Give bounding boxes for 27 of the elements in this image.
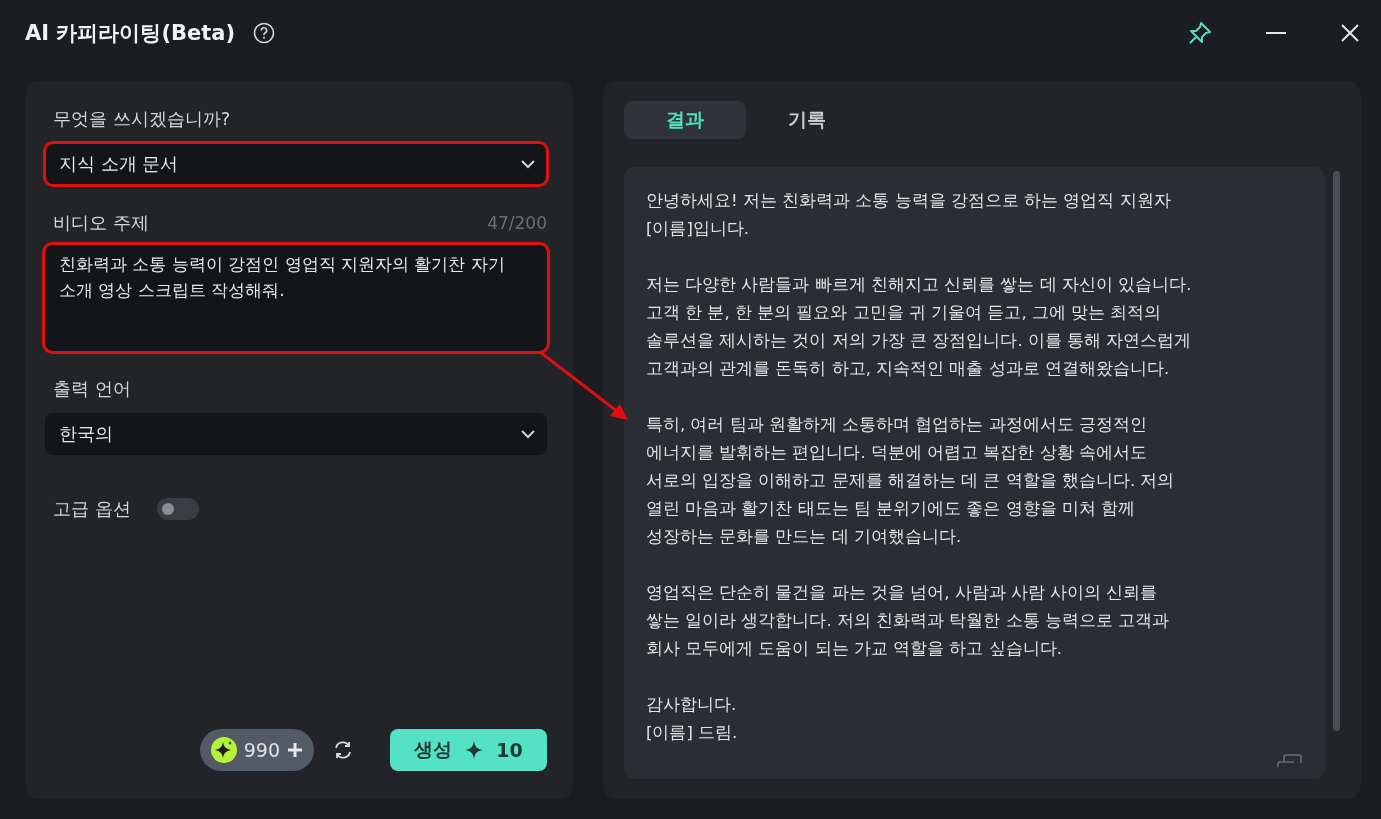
result-paragraph: 저는 다양한 사람들과 빠르게 친해지고 신뢰를 쌓는 데 자신이 있습니다. 고객 한 분, 한 분의 필요와 고민을 귀 기울여 듣고, 그에 맞는 최적의 솔루션을 제시하는 것이 저의 가장 큰 장점입니다. 이를 통해 자연스럽게 고객과의 관계를 돈독히 하고, 지속적인 매출 성과로 연결해왔습니다. <box>646 274 1192 380</box>
field-label: 출력 언어 <box>53 377 131 401</box>
help-icon[interactable] <box>253 22 276 44</box>
chevron-down-icon <box>521 159 535 169</box>
sparkle-coin-icon <box>209 736 238 764</box>
tab[interactable]: 기록 <box>746 101 868 139</box>
chevron-down-icon <box>521 429 535 439</box>
result-paragraph: 감사합니다. [이름] 드림. <box>646 694 738 744</box>
topic-input-field[interactable]: 친화력과 소통 능력이 강점인 영업직 지원자의 활기찬 자기소개 영상 스크립트 작성해줘. <box>45 245 547 351</box>
field-label: 비디오 주제 <box>53 211 149 235</box>
generate-button[interactable]: 생성 10 <box>390 729 547 771</box>
scrollbar[interactable] <box>1333 171 1340 731</box>
result-paragraph: 영업직은 단순히 물건을 파는 것을 넘어, 사람과 사람 사이의 신뢰를 쌓는 일이라 생각합니다. 저의 친화력과 탁월한 소통 능력으로 고객과 회사 모두에게 도움이 되는 가교 역할을 하고 싶습니다. <box>646 582 1170 660</box>
type-dropdown[interactable]: 지식 소개 문서 <box>45 143 547 185</box>
language-dropdown[interactable]: 한국의 <box>45 413 547 455</box>
advanced-toggle[interactable] <box>156 498 199 520</box>
refresh-icon[interactable] <box>332 739 354 761</box>
result-paragraph: 안녕하세요! 저는 친화력과 소통 능력을 강점으로 하는 영업직 지원자 [이름]입니다. <box>646 190 1171 240</box>
add-icon[interactable] <box>286 741 304 759</box>
field-label: 무엇을 쓰시겠습니까? <box>53 107 232 131</box>
tab[interactable]: 결과 <box>624 101 746 139</box>
character-count: 47/200 <box>487 213 547 233</box>
window-title: AI 카피라이팅(Beta) <box>25 20 236 47</box>
copy-icon[interactable] <box>1277 753 1303 769</box>
result-paragraph: 특히, 여러 팀과 원활하게 소통하며 협업하는 과정에서도 긍정적인 에너지를 발휘하는 편입니다. 덕분에 어렵고 복잡한 상황 속에서도 서로의 입장을 이해하고 문제를 해결하는 데 큰 역할을 했습니다. 저의 열린 마음과 활기찬 태도는 팀 분위기에도 좋은 영향을 미쳐 함께 성장하는 문화를 만드는 데 기여했습니다. <box>646 414 1175 548</box>
credit-count: 990 <box>243 739 280 761</box>
field-label: 고급 옵션 <box>53 497 131 521</box>
